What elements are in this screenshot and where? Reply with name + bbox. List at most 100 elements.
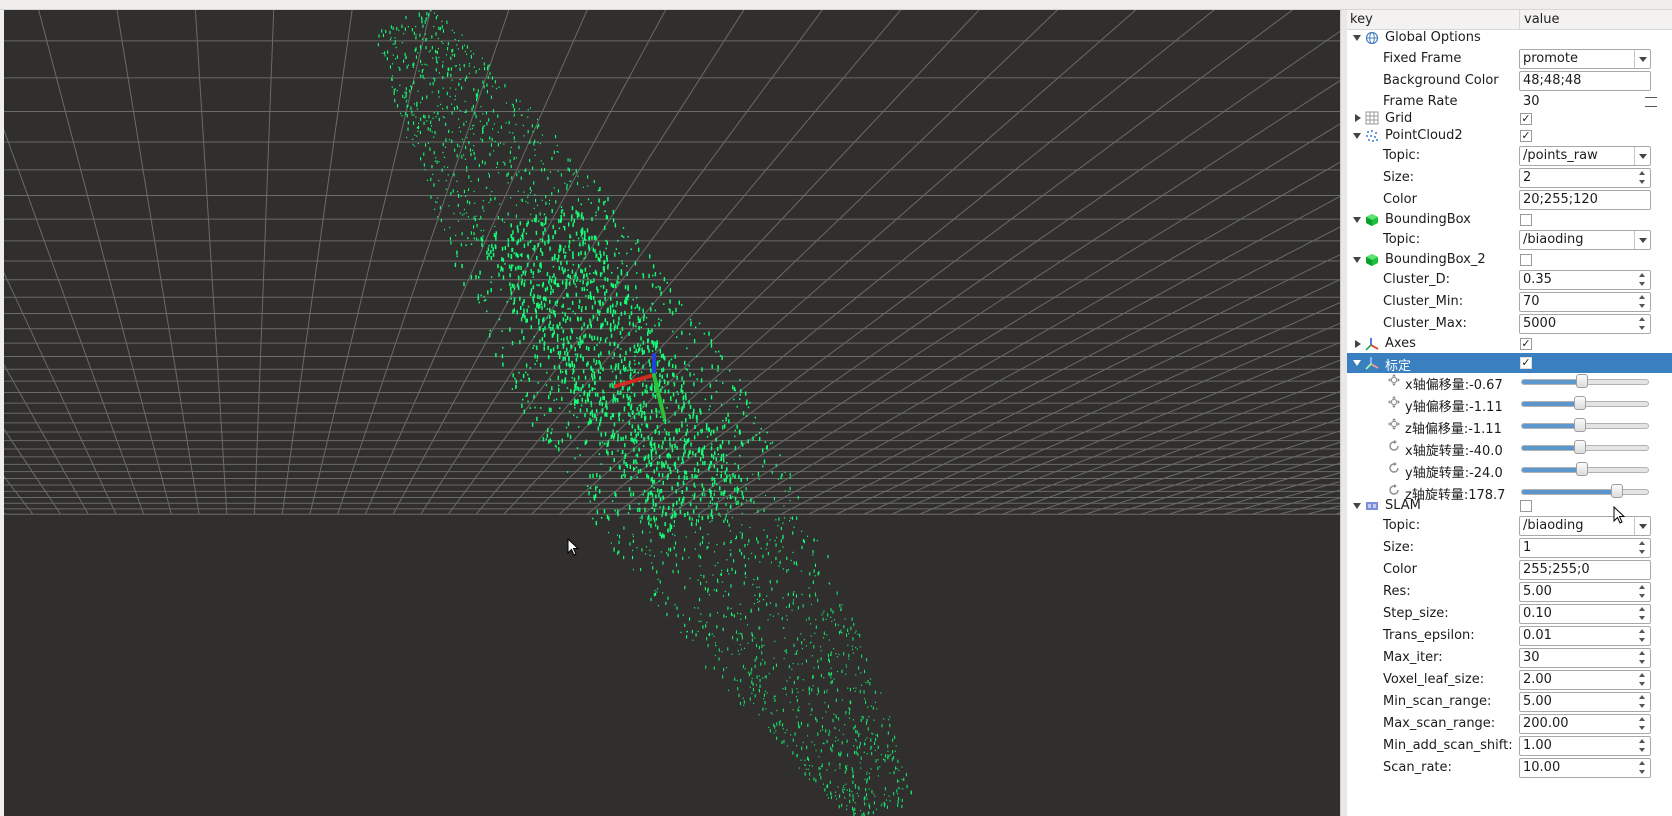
chevron-down-icon[interactable] [1634, 231, 1650, 249]
spin-arrows-icon[interactable] [1637, 605, 1649, 623]
offset-slider[interactable] [1521, 374, 1649, 388]
tree-item-slam-min-add-scan-shift[interactable]: Min_add_scan_shift: 1.00 [1347, 735, 1672, 757]
tree-item-grid[interactable]: Grid ✓ [1347, 110, 1672, 127]
spin-arrows-icon[interactable] [1637, 693, 1649, 711]
slam-min-add-scan-shift-field[interactable]: 1.00 [1519, 736, 1651, 756]
slider-handle[interactable] [1573, 396, 1586, 410]
offset-slider[interactable] [1521, 418, 1649, 432]
collapse-arrow-icon[interactable] [1353, 217, 1361, 223]
slider-handle[interactable] [1573, 440, 1586, 454]
render-canvas[interactable] [4, 10, 1340, 816]
slam-trans-epsilon-field[interactable]: 0.01 [1519, 626, 1651, 646]
tree-item-pc-topic[interactable]: Topic: /points_raw [1347, 145, 1672, 167]
bb-topic-combo[interactable]: /biaoding [1519, 230, 1651, 250]
tree-item-pc-color[interactable]: Color 20;255;120 [1347, 189, 1672, 211]
slider-handle[interactable] [1576, 374, 1589, 388]
slam-size-field[interactable]: 1 [1519, 538, 1651, 558]
boundingbox-2-checkbox[interactable] [1520, 254, 1532, 266]
slider-handle[interactable] [1610, 484, 1623, 498]
slam-scan-rate-field[interactable]: 10.00 [1519, 758, 1651, 778]
value-column-header[interactable]: value [1524, 12, 1560, 27]
tree-item-slam-min-scan-range[interactable]: Min_scan_range: 5.00 [1347, 691, 1672, 713]
tree-item-global-options[interactable]: Global Options [1347, 28, 1672, 48]
tree-item-background-color[interactable]: Background Color 48;48;48 [1347, 70, 1672, 92]
tree-item-cluster-min[interactable]: Cluster_Min: 70 [1347, 291, 1672, 313]
slam-max-scan-range-field[interactable]: 200.00 [1519, 714, 1651, 734]
frame-rate-value[interactable]: 30 [1523, 94, 1540, 109]
collapse-arrow-icon[interactable] [1353, 503, 1361, 509]
tree-item-fixed-frame[interactable]: Fixed Frame promote [1347, 48, 1672, 70]
column-divider[interactable] [1519, 10, 1520, 30]
slam-min-scan-range-field[interactable]: 5.00 [1519, 692, 1651, 712]
expand-arrow-icon[interactable] [1355, 114, 1361, 122]
tree-item-boundingbox-2[interactable]: BoundingBox_2 [1347, 251, 1672, 269]
tree-item-cluster-d[interactable]: Cluster_D: 0.35 [1347, 269, 1672, 291]
panel-splitter[interactable] [1340, 10, 1347, 816]
tree-item-slam-size[interactable]: Size: 1 [1347, 537, 1672, 559]
slider-handle[interactable] [1573, 418, 1586, 432]
tree-item-slider[interactable]: x轴旋转量:-40.0 [1347, 436, 1672, 459]
slam-step-size-field[interactable]: 0.10 [1519, 604, 1651, 624]
tree-item-boundingbox[interactable]: BoundingBox [1347, 211, 1672, 229]
tree-item-cluster-max[interactable]: Cluster_Max: 5000 [1347, 313, 1672, 335]
slam-voxel-leaf-size-field[interactable]: 2.00 [1519, 670, 1651, 690]
spin-arrows-icon[interactable] [1637, 649, 1649, 667]
expand-arrow-icon[interactable] [1355, 340, 1361, 348]
collapse-arrow-icon[interactable] [1353, 133, 1361, 139]
axes-checkbox[interactable]: ✓ [1520, 338, 1532, 350]
chevron-down-icon[interactable] [1634, 147, 1650, 165]
tree-item-slam-scan-rate[interactable]: Scan_rate: 10.00 [1347, 757, 1672, 779]
spin-arrows-icon[interactable] [1637, 169, 1649, 187]
pc-topic-combo[interactable]: /points_raw [1519, 146, 1651, 166]
boundingbox-checkbox[interactable] [1520, 214, 1532, 226]
tree-item-slam-max-scan-range[interactable]: Max_scan_range: 200.00 [1347, 713, 1672, 735]
tree-item-axes[interactable]: Axes ✓ [1347, 335, 1672, 353]
tree-item-slider[interactable]: y轴偏移量:-1.11 [1347, 392, 1672, 415]
key-column-header[interactable]: key [1350, 12, 1373, 27]
slam-max-iter-field[interactable]: 30 [1519, 648, 1651, 668]
chevron-down-icon[interactable] [1634, 517, 1650, 535]
offset-slider[interactable] [1521, 484, 1649, 498]
fixed-frame-combo[interactable]: promote [1519, 49, 1651, 69]
slam-res-field[interactable]: 5.00 [1519, 582, 1651, 602]
cluster-d-spinbox[interactable]: 0.35 [1519, 270, 1651, 290]
tree-item-slam-res[interactable]: Res: 5.00 [1347, 581, 1672, 603]
cluster-max-spinbox[interactable]: 5000 [1519, 314, 1651, 334]
chevron-down-icon[interactable] [1634, 50, 1650, 68]
spin-arrows-icon[interactable] [1637, 671, 1649, 689]
spin-arrows-icon[interactable] [1637, 583, 1649, 601]
biaoding-checkbox[interactable]: ✓ [1520, 357, 1532, 369]
offset-slider[interactable] [1521, 440, 1649, 454]
background-color-field[interactable]: 48;48;48 [1519, 71, 1651, 91]
spin-arrows-icon[interactable] [1637, 737, 1649, 755]
collapse-arrow-icon[interactable] [1353, 35, 1361, 41]
frame-rate-stepper-icon[interactable] [1645, 97, 1657, 107]
tree-item-slam-max-iter[interactable]: Max_iter: 30 [1347, 647, 1672, 669]
pointcloud2-checkbox[interactable]: ✓ [1520, 130, 1532, 142]
pc-size-spinbox[interactable]: 2 [1519, 168, 1651, 188]
tree-item-slam-step-size[interactable]: Step_size: 0.10 [1347, 603, 1672, 625]
tree-item-bb-topic[interactable]: Topic: /biaoding [1347, 229, 1672, 251]
cluster-min-spinbox[interactable]: 70 [1519, 292, 1651, 312]
slider-handle[interactable] [1576, 462, 1589, 476]
spin-arrows-icon[interactable] [1637, 539, 1649, 557]
tree-item-slam-voxel-leaf-size[interactable]: Voxel_leaf_size: 2.00 [1347, 669, 1672, 691]
spin-arrows-icon[interactable] [1637, 715, 1649, 733]
pc-color-field[interactable]: 20;255;120 [1519, 190, 1651, 210]
tree-item-slider[interactable]: x轴偏移量:-0.67 [1347, 370, 1672, 393]
slam-checkbox[interactable] [1520, 500, 1532, 512]
tree-item-frame-rate[interactable]: Frame Rate 30 [1347, 92, 1672, 110]
slam-topic-field[interactable]: /biaoding [1519, 516, 1651, 536]
offset-slider[interactable] [1521, 396, 1649, 410]
offset-slider[interactable] [1521, 462, 1649, 476]
tree-item-slider[interactable]: y轴旋转量:-24.0 [1347, 458, 1672, 481]
spin-arrows-icon[interactable] [1637, 627, 1649, 645]
tree-item-slider[interactable]: z轴偏移量:-1.11 [1347, 414, 1672, 437]
spin-arrows-icon[interactable] [1637, 315, 1649, 333]
tree-item-slam-color[interactable]: Color 255;255;0 [1347, 559, 1672, 581]
collapse-arrow-icon[interactable] [1353, 360, 1361, 366]
tree-item-pointcloud2[interactable]: PointCloud2 ✓ [1347, 127, 1672, 145]
3d-viewport[interactable] [4, 10, 1340, 816]
tree-item-slam-trans-epsilon[interactable]: Trans_epsilon: 0.01 [1347, 625, 1672, 647]
grid-checkbox[interactable]: ✓ [1520, 113, 1532, 125]
